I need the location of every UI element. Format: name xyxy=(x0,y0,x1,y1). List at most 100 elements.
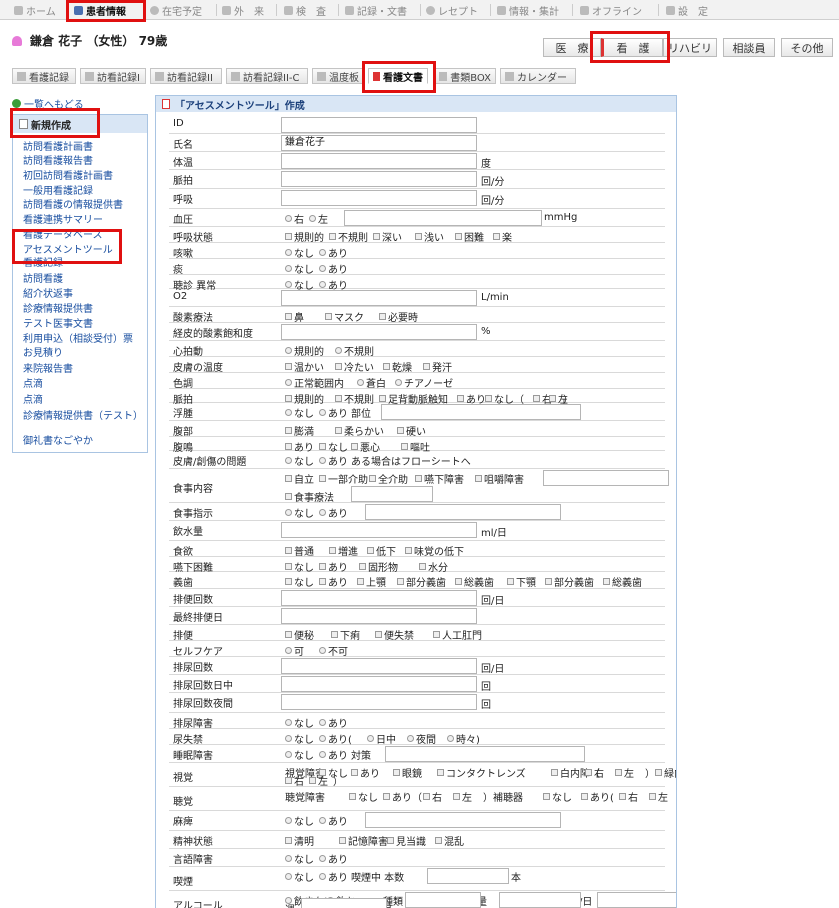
form-option[interactable]: 人工肛門 xyxy=(433,627,482,642)
checkbox[interactable] xyxy=(325,313,332,320)
form-option[interactable]: あり xyxy=(319,747,348,762)
form-option[interactable]: なし xyxy=(285,245,314,260)
checkbox[interactable] xyxy=(309,777,316,784)
nav-receipt[interactable]: レセプト xyxy=(426,3,478,18)
form-option[interactable]: なし xyxy=(285,574,314,589)
checkbox[interactable] xyxy=(319,578,326,585)
radio-button[interactable] xyxy=(285,735,292,742)
form-option[interactable]: /日 xyxy=(579,893,592,908)
sidebar-item[interactable]: 診療情報提供書（テスト） xyxy=(23,410,143,423)
tab-calendar[interactable]: カレンダー xyxy=(500,68,576,84)
form-option[interactable]: 部分義歯 xyxy=(545,574,594,589)
form-option[interactable]: 総義歯 xyxy=(603,574,642,589)
radio-button[interactable] xyxy=(285,457,292,464)
checkbox[interactable] xyxy=(493,233,500,240)
checkbox[interactable] xyxy=(603,578,610,585)
form-option[interactable]: あり xyxy=(319,405,348,420)
sidebar-item[interactable]: テスト医事文書 xyxy=(23,318,93,331)
checkbox[interactable] xyxy=(383,793,390,800)
text-input[interactable] xyxy=(543,470,669,486)
nav-exam[interactable]: 検 査 xyxy=(284,3,326,18)
radio-button[interactable] xyxy=(285,751,292,758)
radio-button[interactable] xyxy=(319,735,326,742)
sidebar-item[interactable]: 訪問看護 xyxy=(23,273,63,286)
checkbox[interactable] xyxy=(655,769,662,776)
back-to-list-link[interactable]: 一覧へもどる xyxy=(12,96,84,111)
sidebar-item[interactable]: 訪問看護の情報提供書 xyxy=(23,199,123,212)
tab-rehab[interactable]: リハビリ xyxy=(663,38,717,57)
tab-nursing[interactable]: 看 護 xyxy=(601,38,663,57)
form-option[interactable]: なし xyxy=(285,731,314,746)
radio-button[interactable] xyxy=(285,509,292,516)
form-option[interactable]: なし xyxy=(543,789,572,804)
form-option[interactable]: 規則的 xyxy=(285,343,324,358)
checkbox[interactable] xyxy=(485,395,492,402)
form-option[interactable]: 浅い xyxy=(415,229,444,244)
form-option[interactable]: 夜間 xyxy=(407,731,436,746)
nav-home[interactable]: ホーム xyxy=(14,3,56,18)
sidebar-item[interactable]: お見積り xyxy=(23,347,63,360)
text-input[interactable] xyxy=(365,812,561,828)
checkbox[interactable] xyxy=(433,631,440,638)
text-input[interactable] xyxy=(281,153,477,169)
checkbox[interactable] xyxy=(369,475,376,482)
checkbox[interactable] xyxy=(397,427,404,434)
radio-button[interactable] xyxy=(319,719,326,726)
form-option[interactable]: 右 xyxy=(423,789,442,804)
form-option[interactable]: あり xyxy=(319,851,348,866)
form-option[interactable]: なし xyxy=(285,261,314,276)
checkbox[interactable] xyxy=(419,563,426,570)
checkbox[interactable] xyxy=(549,395,556,402)
form-option[interactable]: 右 xyxy=(285,773,304,788)
checkbox[interactable] xyxy=(379,313,386,320)
tab-nursing-docs[interactable]: 看護文書 xyxy=(368,68,428,84)
checkbox[interactable] xyxy=(545,578,552,585)
nav-records[interactable]: 記録・文書 xyxy=(345,3,407,18)
form-option[interactable]: 咀嚼障害 xyxy=(475,471,524,486)
checkbox[interactable] xyxy=(393,769,400,776)
checkbox[interactable] xyxy=(379,395,386,402)
checkbox[interactable] xyxy=(351,443,358,450)
form-option[interactable]: あり xyxy=(319,261,348,276)
radio-button[interactable] xyxy=(285,873,292,880)
radio-button[interactable] xyxy=(285,347,292,354)
form-option[interactable]: 普通 xyxy=(285,543,314,558)
form-option[interactable]: 左 xyxy=(309,211,328,226)
sidebar-item[interactable]: 診療情報提供書 xyxy=(23,303,93,316)
checkbox[interactable] xyxy=(285,475,292,482)
tab-visit-record-1[interactable]: 訪看記録I xyxy=(80,68,146,84)
nav-offline[interactable]: オフライン xyxy=(580,3,642,18)
form-option[interactable]: あり xyxy=(319,505,348,520)
form-option[interactable]: 清明 xyxy=(285,833,314,848)
form-option[interactable]: 部分義歯 xyxy=(397,574,446,589)
sidebar-item[interactable]: 初回訪問看護計画書 xyxy=(23,170,113,183)
form-option[interactable]: マスク xyxy=(325,309,364,324)
form-option[interactable]: 下顎 xyxy=(507,574,536,589)
form-option[interactable]: 左 xyxy=(615,765,634,780)
radio-button[interactable] xyxy=(407,735,414,742)
form-option[interactable]: 食事療法 xyxy=(285,489,334,504)
checkbox[interactable] xyxy=(455,233,462,240)
radio-button[interactable] xyxy=(309,215,316,222)
form-option[interactable]: 可 xyxy=(285,643,304,658)
checkbox[interactable] xyxy=(329,233,336,240)
checkbox[interactable] xyxy=(285,427,292,434)
checkbox[interactable] xyxy=(387,837,394,844)
tab-medical[interactable]: 医 療 xyxy=(543,38,601,57)
radio-button[interactable] xyxy=(285,855,292,862)
form-option[interactable]: ）補聴器 xyxy=(483,789,523,804)
nav-patient-info[interactable]: 患者情報 xyxy=(74,3,126,18)
form-option[interactable]: 必要時 xyxy=(379,309,418,324)
form-option[interactable]: あり xyxy=(319,245,348,260)
radio-button[interactable] xyxy=(285,647,292,654)
checkbox[interactable] xyxy=(319,475,326,482)
form-option[interactable]: 対策 xyxy=(351,747,371,762)
checkbox[interactable] xyxy=(619,793,626,800)
radio-button[interactable] xyxy=(395,379,402,386)
form-option[interactable]: 味覚の低下 xyxy=(405,543,464,558)
checkbox[interactable] xyxy=(285,547,292,554)
form-option[interactable]: 上顎 xyxy=(357,574,386,589)
checkbox[interactable] xyxy=(507,578,514,585)
text-input[interactable]: 鎌倉花子 xyxy=(281,135,477,151)
tab-nursing-record[interactable]: 看護記録 xyxy=(12,68,76,84)
